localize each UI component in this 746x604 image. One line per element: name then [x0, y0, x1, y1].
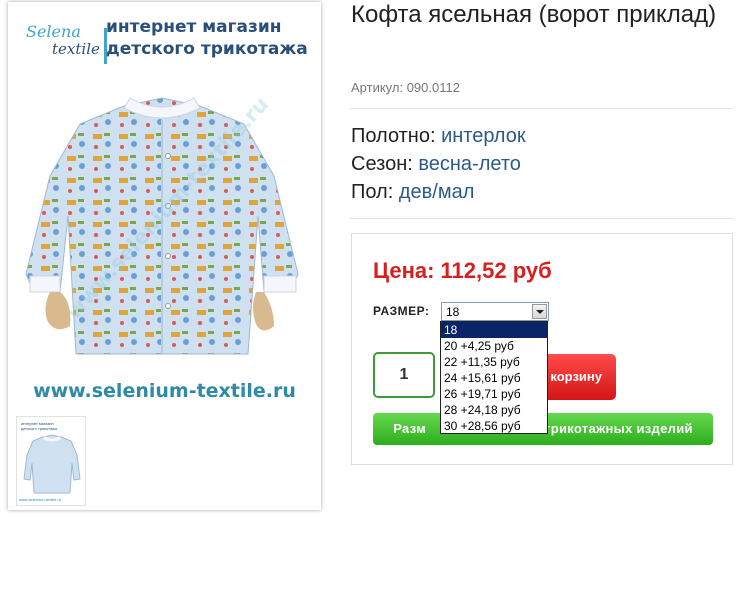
- size-option[interactable]: 28 +24,18 руб: [441, 402, 547, 418]
- brand-logo: Selena textile: [22, 22, 107, 64]
- attribute-label: Полотно:: [351, 125, 436, 147]
- size-option[interactable]: 18: [441, 322, 547, 338]
- thumbnail-jacket: [23, 434, 81, 494]
- thumbnail-headline: интернет магазин детского трикотажа: [21, 421, 57, 431]
- quantity-input[interactable]: 1: [373, 352, 435, 398]
- attribute-value[interactable]: интерлок: [441, 125, 525, 147]
- attribute-value[interactable]: весна-лето: [418, 153, 521, 175]
- product-title: Кофта ясельная (ворот приклад): [351, 1, 717, 28]
- size-table-button-label-end: трикотажных изделий: [544, 421, 693, 436]
- product-attributes: Полотно: интерлок Сезон: весна-лето Пол:…: [351, 122, 526, 206]
- size-option[interactable]: 24 +15,61 руб: [441, 370, 547, 386]
- logo-text-bottom: textile: [52, 40, 100, 58]
- thumbnail-url: www.selenium-textile.ru: [19, 497, 62, 502]
- brand-headline: интернет магазин детского трикотажа: [106, 16, 316, 60]
- size-option[interactable]: 20 +4,25 руб: [441, 338, 547, 354]
- size-table-button-label-start: Разм: [393, 421, 427, 436]
- product-image-card: Selena textile интернет магазин детского…: [8, 2, 321, 510]
- divider: [350, 218, 733, 219]
- chevron-down-icon[interactable]: [532, 304, 547, 319]
- headline-line-1: интернет магазин: [106, 17, 282, 37]
- product-sku: Артикул: 090.0112: [351, 80, 460, 95]
- size-dropdown-list[interactable]: 18 20 +4,25 руб 22 +11,35 руб 24 +15,61 …: [440, 321, 548, 434]
- attribute-label: Пол:: [351, 181, 394, 203]
- attribute-value[interactable]: дев/мал: [399, 181, 475, 203]
- size-selected-value: 18: [446, 305, 460, 319]
- logo-text-top: Selena: [26, 22, 81, 41]
- attribute-season: Сезон: весна-лето: [351, 150, 526, 178]
- product-main-image[interactable]: Selena textile интернет магазин детского…: [12, 6, 317, 408]
- size-option[interactable]: 30 +28,56 руб: [441, 418, 547, 434]
- attribute-gender: Пол: дев/мал: [351, 178, 526, 206]
- headline-line-2: детского трикотажа: [106, 39, 308, 59]
- attribute-label: Сезон:: [351, 153, 413, 175]
- size-option[interactable]: 26 +19,71 руб: [441, 386, 547, 402]
- divider: [350, 108, 733, 109]
- attribute-fabric: Полотно: интерлок: [351, 122, 526, 150]
- site-url: www.selenium-textile.ru: [33, 380, 296, 402]
- size-label: РАЗМЕР:: [373, 304, 430, 318]
- size-option[interactable]: 22 +11,35 руб: [441, 354, 547, 370]
- size-select[interactable]: 18: [441, 302, 549, 321]
- product-thumbnail[interactable]: интернет магазин детского трикотажа www.…: [16, 416, 86, 506]
- product-price: Цена: 112,52 руб: [373, 258, 552, 283]
- thumbnail-headline-2: детского трикотажа: [21, 426, 58, 431]
